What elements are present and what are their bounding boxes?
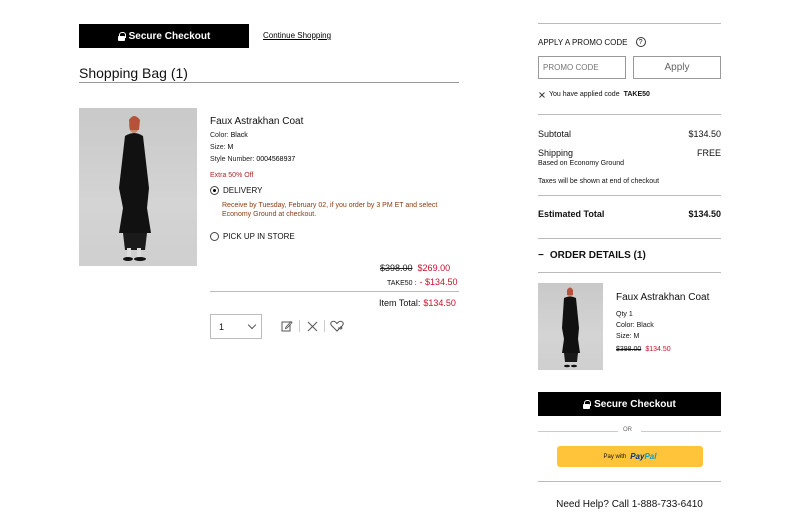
code-discount-line: TAKE50 : - $134.50 <box>387 277 457 287</box>
summary-divider-4 <box>538 272 721 273</box>
price-divider <box>210 291 459 292</box>
secure-checkout-label: Secure Checkout <box>128 30 211 42</box>
subtotal-value: $134.50 <box>688 129 721 139</box>
delivery-option[interactable]: DELIVERY <box>210 186 262 195</box>
order-original-price: $398.00 <box>616 346 642 353</box>
code-discount: - $134.50 <box>419 277 458 287</box>
action-separator <box>299 320 300 332</box>
applied-code: TAKE50 <box>623 91 650 98</box>
item-actions <box>280 319 344 333</box>
summary-divider-3 <box>538 238 721 239</box>
secure-checkout-button-top[interactable]: Secure Checkout <box>79 24 249 48</box>
product-style: Style Number: 0004568937 <box>210 156 295 163</box>
taxes-note: Taxes will be shown at end of checkout <box>538 178 660 185</box>
page-title: Shopping Bag (1) <box>79 65 188 81</box>
product-color: Color: Black <box>210 132 248 139</box>
delivery-radio[interactable] <box>210 186 219 195</box>
size-value: M <box>227 144 234 151</box>
order-item-image <box>538 283 603 370</box>
chevron-down-icon <box>247 320 257 330</box>
estimated-total-row: Estimated Total $134.50 <box>538 209 721 219</box>
shipping-note: Based on Economy Ground <box>538 160 624 167</box>
paypal-button[interactable]: Pay with PayPal <box>557 446 703 467</box>
subtotal-label: Subtotal <box>538 129 572 139</box>
product-name[interactable]: Faux Astrakhan Coat <box>210 116 303 127</box>
order-item-name: Faux Astrakhan Coat <box>616 292 710 303</box>
order-details-title: ORDER DETAILS (1) <box>549 250 646 261</box>
pickup-label: PICK UP IN STORE <box>223 232 295 241</box>
help-icon[interactable]: ? <box>635 37 646 47</box>
style-value: 0004568937 <box>256 156 296 163</box>
estimated-total-label: Estimated Total <box>538 209 605 219</box>
promo-title: APPLY A PROMO CODE <box>538 37 628 47</box>
summary-top-divider <box>538 23 721 24</box>
item-total-line: Item Total: $134.50 <box>379 298 456 308</box>
item-total-label: Item Total: <box>379 298 421 308</box>
remove-icon[interactable] <box>305 319 319 333</box>
footer-divider <box>538 481 721 482</box>
applied-code-message: You have applied code TAKE50 <box>538 91 650 98</box>
original-price: $398.00 <box>380 263 413 273</box>
quantity-value: 1 <box>219 321 225 332</box>
action-separator <box>324 320 325 332</box>
order-item-price: $398.00 $134.50 <box>616 346 671 353</box>
continue-shopping-link[interactable]: Continue Shopping <box>263 31 331 40</box>
applied-prefix: You have applied code <box>549 91 620 98</box>
subtotal-row: Subtotal $134.50 <box>538 129 721 139</box>
lock-icon <box>583 399 592 409</box>
or-line-left <box>538 431 618 432</box>
promo-code-input[interactable] <box>538 56 626 79</box>
product-size: Size: M <box>210 144 233 151</box>
code-label: TAKE50 : <box>387 280 417 287</box>
title-divider <box>79 82 459 83</box>
paypal-prefix: Pay with <box>603 453 627 460</box>
style-label: Style Number: <box>210 156 255 163</box>
collapse-icon: − <box>538 250 544 261</box>
promo-text: Extra 50% Off <box>210 172 254 179</box>
remove-code-icon[interactable] <box>538 91 545 98</box>
delivery-label: DELIVERY <box>223 186 263 195</box>
edit-icon[interactable] <box>280 319 294 333</box>
pickup-radio[interactable] <box>210 232 219 241</box>
estimated-total-value: $134.50 <box>688 209 721 219</box>
shipping-row: Shipping FREE <box>538 148 721 158</box>
or-line-right <box>641 431 721 432</box>
or-label: OR <box>623 427 632 433</box>
shipping-label: Shipping <box>538 148 574 158</box>
pickup-option[interactable]: PICK UP IN STORE <box>210 232 295 241</box>
summary-divider-1 <box>538 114 721 115</box>
sale-price: $269.00 <box>417 263 451 273</box>
order-item-qty: Qty 1 <box>616 311 633 318</box>
delivery-message: Receive by Tuesday, February 02, if you … <box>222 202 438 218</box>
color-label: Color: <box>210 132 229 139</box>
secure-checkout-button-bottom[interactable]: Secure Checkout <box>538 392 721 416</box>
quantity-select[interactable]: 1 <box>210 314 262 339</box>
lock-icon <box>117 31 126 41</box>
paypal-logo: PayPal <box>630 452 657 461</box>
color-value: Black <box>230 132 248 139</box>
shipping-value: FREE <box>696 148 721 158</box>
order-sale-price: $134.50 <box>645 346 671 353</box>
item-total: $134.50 <box>423 298 456 308</box>
help-phone[interactable]: Need Help? Call 1-888-733-6410 <box>538 499 721 510</box>
price-line: $398.00 $269.00 <box>380 263 450 273</box>
order-details-toggle[interactable]: − ORDER DETAILS (1) <box>538 250 646 261</box>
secure-checkout-label: Secure Checkout <box>594 398 676 410</box>
promo-heading: APPLY A PROMO CODE ? <box>538 37 646 47</box>
order-item-size: Size: M <box>616 333 640 340</box>
order-item-color: Color: Black <box>616 322 654 329</box>
summary-divider-2 <box>538 195 721 196</box>
move-to-wishlist-icon[interactable] <box>330 319 344 333</box>
size-label: Size: <box>210 144 226 151</box>
product-image[interactable] <box>79 108 197 266</box>
apply-promo-button[interactable]: Apply <box>633 56 721 79</box>
